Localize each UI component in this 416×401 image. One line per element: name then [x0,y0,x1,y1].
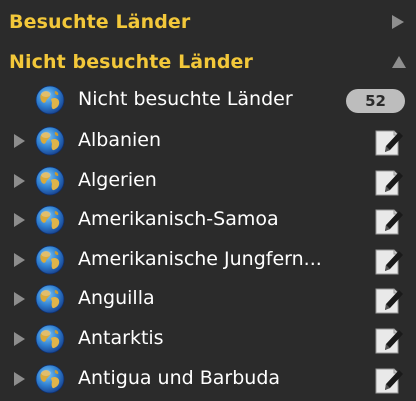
section-header-visited[interactable]: Besuchte Länder [0,2,416,42]
globe-icon [35,205,65,235]
edit-note-icon[interactable] [372,364,404,396]
section-header-not-visited[interactable]: Nicht besuchte Länder [0,42,416,82]
disclosure-triangle-icon[interactable] [14,292,25,306]
disclosure-triangle-icon[interactable] [14,332,25,346]
edit-note-icon[interactable] [372,126,404,158]
section-title-visited: Besuchte Länder [9,11,191,33]
summary-row[interactable]: Nicht besuchte Länder 52 [0,80,416,120]
edit-note-icon[interactable] [372,324,404,356]
edit-note-icon[interactable] [372,166,404,198]
list-item-country[interactable]: Amerikanische Jungfern... [0,240,416,280]
disclosure-triangle-icon[interactable] [14,174,25,188]
country-label: Amerikanische Jungfern... [78,248,322,270]
list-item-country[interactable]: Albanien [0,121,416,161]
globe-icon [35,284,65,314]
disclosure-triangle-icon[interactable] [14,213,25,227]
edit-note-icon[interactable] [372,205,404,237]
list-item-country[interactable]: Antarktis [0,319,416,359]
disclosure-triangle-icon[interactable] [14,253,25,267]
section-title-not-visited: Nicht besuchte Länder [9,51,254,73]
list-item-country[interactable]: Anguilla [0,279,416,319]
globe-icon [35,85,65,115]
summary-label: Nicht besuchte Länder [78,88,293,110]
disclosure-triangle-icon[interactable] [14,134,25,148]
list-item-country[interactable]: Antigua und Barbuda [0,359,416,399]
country-label: Amerikanisch-Samoa [78,208,279,230]
globe-icon [35,126,65,156]
list-item-country[interactable]: Algerien [0,161,416,201]
list-item-country[interactable]: Amerikanisch-Samoa [0,200,416,240]
country-label: Albanien [78,129,162,151]
edit-note-icon[interactable] [372,284,404,316]
globe-icon [35,364,65,394]
country-label: Algerien [78,169,157,191]
globe-icon [35,324,65,354]
chevron-up-icon[interactable] [392,56,406,68]
count-badge: 52 [346,89,405,113]
country-label: Antigua und Barbuda [78,367,281,389]
globe-icon [35,245,65,275]
country-label: Antarktis [78,327,164,349]
chevron-right-icon[interactable] [392,15,404,29]
edit-note-icon[interactable] [372,245,404,277]
globe-icon [35,166,65,196]
disclosure-triangle-icon[interactable] [14,372,25,386]
country-label: Anguilla [78,287,155,309]
